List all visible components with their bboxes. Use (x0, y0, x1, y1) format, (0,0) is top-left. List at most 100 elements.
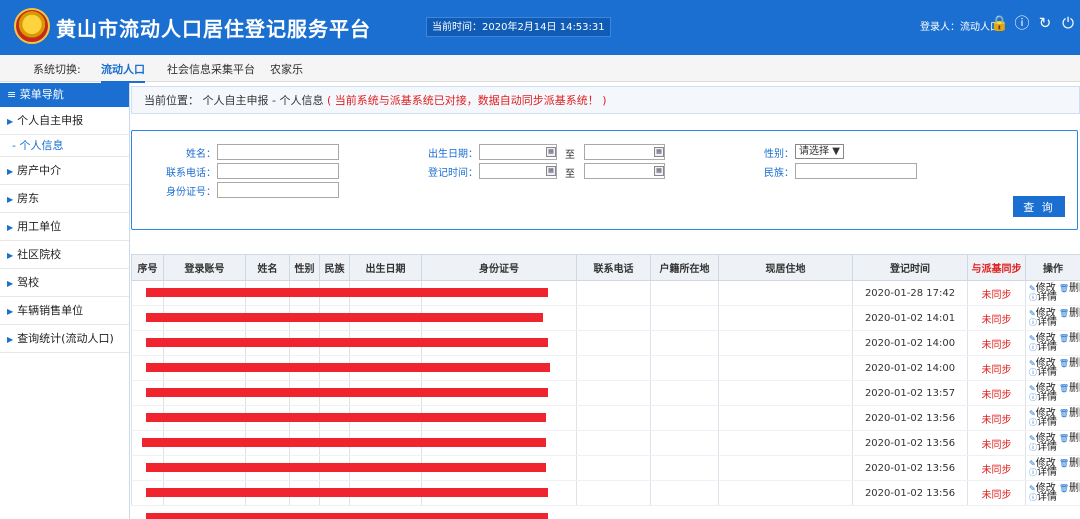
calendar-icon[interactable]: ▦ (546, 147, 556, 157)
caret-right-icon: ▶ (7, 167, 14, 176)
trash-icon: 🗑 (1058, 284, 1070, 293)
system-tab-social-info[interactable]: 社会信息采集平台 (167, 61, 255, 77)
top-header: 黄山市流动人口居住登记服务平台 当前时间：2020年2月14日 14:53:31… (0, 0, 1080, 55)
query-button[interactable]: 查 询 (1013, 196, 1065, 217)
register-time-cell: 2020-01-02 14:00 (852, 355, 968, 381)
sidebar-item-self-report[interactable]: ▶ 个人自主申报 (0, 107, 129, 135)
register-time-cell: 2020-01-02 13:57 (852, 380, 968, 406)
delete-link[interactable]: 🗑删除 (1059, 308, 1080, 319)
caret-right-icon: ▶ (7, 251, 14, 260)
trash-icon: 🗑 (1058, 434, 1070, 443)
register-time-cell: 2020-01-28 17:42 (852, 280, 968, 306)
sidebar-item-employer[interactable]: ▶ 用工单位 (0, 213, 129, 241)
table-cell (718, 355, 853, 381)
table-cell (576, 380, 651, 406)
delete-link[interactable]: 🗑删除 (1059, 483, 1080, 494)
table-cell (718, 280, 853, 306)
breadcrumb-prefix: 当前位置： (144, 94, 199, 107)
sync-status-cell: 未同步 (967, 280, 1026, 306)
gender-label: 性别： (764, 149, 794, 160)
help-icon[interactable]: ⓘ (1013, 14, 1031, 32)
trash-icon: 🗑 (1058, 409, 1070, 418)
sidebar-item-driving-school[interactable]: ▶ 驾校 (0, 269, 129, 297)
detail-link[interactable]: ⓘ详情 (1029, 492, 1057, 503)
col-header: 身份证号 (421, 254, 577, 281)
search-panel: 姓名： 联系电话： 身份证号： 出生日期： ▦ 至 ▦ 登记时间： ▦ 至 ▦ … (131, 130, 1078, 230)
register-time-end-input[interactable] (584, 163, 665, 179)
delete-link[interactable]: 🗑删除 (1059, 433, 1080, 444)
delete-link[interactable]: 🗑删除 (1059, 283, 1080, 294)
calendar-icon[interactable]: ▦ (654, 166, 664, 176)
info-icon: ⓘ (1029, 368, 1037, 377)
redaction-bar (146, 388, 548, 397)
gender-select[interactable]: 请选择 ▼ (795, 144, 844, 159)
table-cell (576, 430, 651, 456)
table-cell (650, 405, 719, 431)
range-to-label: 至 (565, 150, 575, 161)
table-cell (718, 430, 853, 456)
sync-status-cell: 未同步 (967, 455, 1026, 481)
detail-link[interactable]: ⓘ详情 (1029, 342, 1057, 353)
sidebar-item-community-school[interactable]: ▶ 社区院校 (0, 241, 129, 269)
delete-link[interactable]: 🗑删除 (1059, 383, 1080, 394)
sidebar-item-landlord[interactable]: ▶ 房东 (0, 185, 129, 213)
row-actions: ✎修改 🗑删除ⓘ详情 (1025, 455, 1080, 481)
login-user: 登录人：流动人口 (920, 22, 1000, 33)
trash-icon: 🗑 (1058, 459, 1070, 468)
refresh-icon[interactable]: ↻ (1036, 14, 1054, 32)
detail-link[interactable]: ⓘ详情 (1029, 292, 1057, 303)
delete-link[interactable]: 🗑删除 (1059, 408, 1080, 419)
calendar-icon[interactable]: ▦ (654, 147, 664, 157)
ethnic-input[interactable] (795, 163, 917, 179)
id-number-label: 身份证号： (166, 187, 216, 198)
table-cell (576, 330, 651, 356)
system-tab-floating-population[interactable]: 流动人口 (101, 61, 145, 83)
sidebar-item-label: 房东 (17, 192, 40, 205)
col-header: 民族 (319, 254, 350, 281)
table-cell (576, 305, 651, 331)
detail-link[interactable]: ⓘ详情 (1029, 417, 1057, 428)
delete-link[interactable]: 🗑删除 (1059, 458, 1080, 469)
register-time-cell: 2020-01-02 14:00 (852, 330, 968, 356)
id-number-input[interactable] (217, 182, 339, 198)
col-header: 户籍所在地 (650, 254, 719, 281)
delete-label: 删除 (1069, 433, 1080, 444)
detail-label: 详情 (1037, 442, 1057, 453)
register-time-cell: 2020-01-02 13:56 (852, 430, 968, 456)
calendar-icon[interactable]: ▦ (546, 166, 556, 176)
detail-link[interactable]: ⓘ详情 (1029, 317, 1057, 328)
detail-label: 详情 (1037, 367, 1057, 378)
delete-label: 删除 (1069, 383, 1080, 394)
power-icon[interactable]: ⏻ (1059, 14, 1077, 32)
breadcrumb-path: 个人自主申报 - 个人信息 (202, 94, 324, 107)
sync-status-cell: 未同步 (967, 430, 1026, 456)
sidebar-item-label: 查询统计(流动人口) (17, 332, 114, 345)
lock-icon[interactable]: 🔒 (990, 14, 1009, 32)
system-tab-farmhouse[interactable]: 农家乐 (270, 61, 303, 77)
phone-input[interactable] (217, 163, 339, 179)
name-input[interactable] (217, 144, 339, 160)
detail-label: 详情 (1037, 292, 1057, 303)
police-emblem-logo (14, 8, 50, 44)
sidebar-item-real-estate-agency[interactable]: ▶ 房产中介 (0, 157, 129, 185)
delete-link[interactable]: 🗑删除 (1059, 333, 1080, 344)
sidebar-item-query-stats[interactable]: ▶ 查询统计(流动人口) (0, 325, 129, 353)
delete-link[interactable]: 🗑删除 (1059, 358, 1080, 369)
detail-link[interactable]: ⓘ详情 (1029, 467, 1057, 478)
sidebar-item-vehicle-sales[interactable]: ▶ 车辆销售单位 (0, 297, 129, 325)
detail-link[interactable]: ⓘ详情 (1029, 442, 1057, 453)
sync-status-cell: 未同步 (967, 305, 1026, 331)
table-header-row: 序号 登录账号 姓名 性别 民族 出生日期 身份证号 联系电话 户籍所在地 现居… (131, 254, 1080, 281)
birth-date-label: 出生日期： (428, 149, 478, 160)
info-icon: ⓘ (1029, 393, 1037, 402)
redaction-bar (146, 463, 546, 472)
redaction-bar (146, 288, 548, 297)
col-header: 性别 (289, 254, 320, 281)
trash-icon: 🗑 (1058, 484, 1070, 493)
sync-status-cell: 未同步 (967, 480, 1026, 506)
detail-link[interactable]: ⓘ详情 (1029, 392, 1057, 403)
sidebar-item-personal-info[interactable]: - 个人信息 (0, 135, 129, 157)
detail-link[interactable]: ⓘ详情 (1029, 367, 1057, 378)
delete-label: 删除 (1069, 408, 1080, 419)
birth-date-end-input[interactable] (584, 144, 665, 160)
